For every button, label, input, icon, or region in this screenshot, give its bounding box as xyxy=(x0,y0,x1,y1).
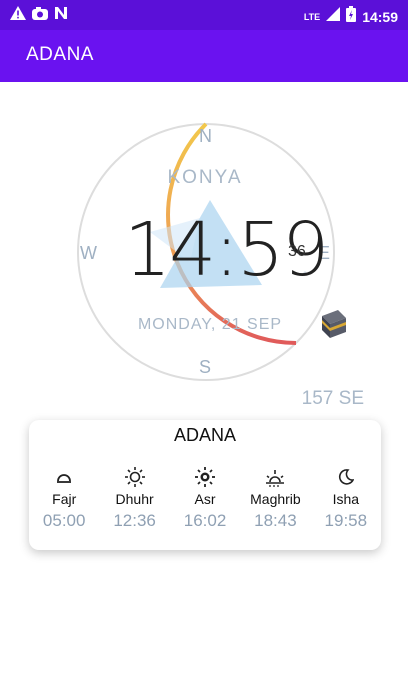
clock-time: 14:59 xyxy=(124,207,329,293)
prayer-asr: Asr 16:02 xyxy=(170,466,240,531)
network-label: LTE xyxy=(303,11,321,22)
kaaba-icon xyxy=(316,306,350,340)
status-bar: LTE 14:59 xyxy=(0,0,408,30)
prayer-name: Dhuhr xyxy=(115,491,154,507)
prayer-fajr: Fajr 05:00 xyxy=(29,466,99,531)
prayer-maghrib: Maghrib 18:43 xyxy=(240,466,310,531)
compass-city: KONYA xyxy=(167,167,243,188)
prayer-card-title: ADANA xyxy=(173,425,236,445)
status-time: 14:59 xyxy=(362,8,398,25)
prayer-time: 12:36 xyxy=(113,511,156,530)
prayer-time: 18:43 xyxy=(254,511,297,530)
prayer-name: Maghrib xyxy=(250,491,301,507)
qibla-bearing: 157 SE xyxy=(301,388,364,409)
prayer-name: Asr xyxy=(194,491,216,507)
prayer-name: Isha xyxy=(332,491,360,507)
clock-date: MONDAY, 21 SEP xyxy=(137,316,283,333)
prayer-time: 16:02 xyxy=(183,511,227,530)
clock-seconds: 36 xyxy=(288,243,306,260)
prayer-time: 05:00 xyxy=(42,511,86,530)
prayer-times-card: ADANA Fajr 05:00 Dhuhr 12:36 Asr 16:02 M… xyxy=(29,420,381,550)
prayer-isha: Isha 19:58 xyxy=(311,466,381,531)
prayer-list: Fajr 05:00 Dhuhr 12:36 Asr 16:02 Maghrib… xyxy=(29,466,381,531)
battery-icon xyxy=(346,6,357,27)
sunset-icon xyxy=(240,466,310,488)
sunrise-icon xyxy=(29,466,99,488)
sun-bold-icon xyxy=(170,466,240,488)
app-bar: ADANA xyxy=(0,30,408,82)
alert-icon xyxy=(10,6,26,25)
n-app-icon xyxy=(54,6,68,25)
sun-icon xyxy=(99,466,169,488)
prayer-time: 19:58 xyxy=(324,511,368,530)
app-title: ADANA xyxy=(26,44,94,65)
prayer-dhuhr: Dhuhr 12:36 xyxy=(99,466,169,531)
prayer-name: Fajr xyxy=(52,491,77,507)
direction-west: W xyxy=(80,243,97,263)
camera-icon xyxy=(32,6,48,25)
signal-icon xyxy=(326,7,341,26)
direction-south: S xyxy=(199,357,212,377)
moon-icon xyxy=(311,466,381,488)
direction-north: N xyxy=(199,126,212,146)
